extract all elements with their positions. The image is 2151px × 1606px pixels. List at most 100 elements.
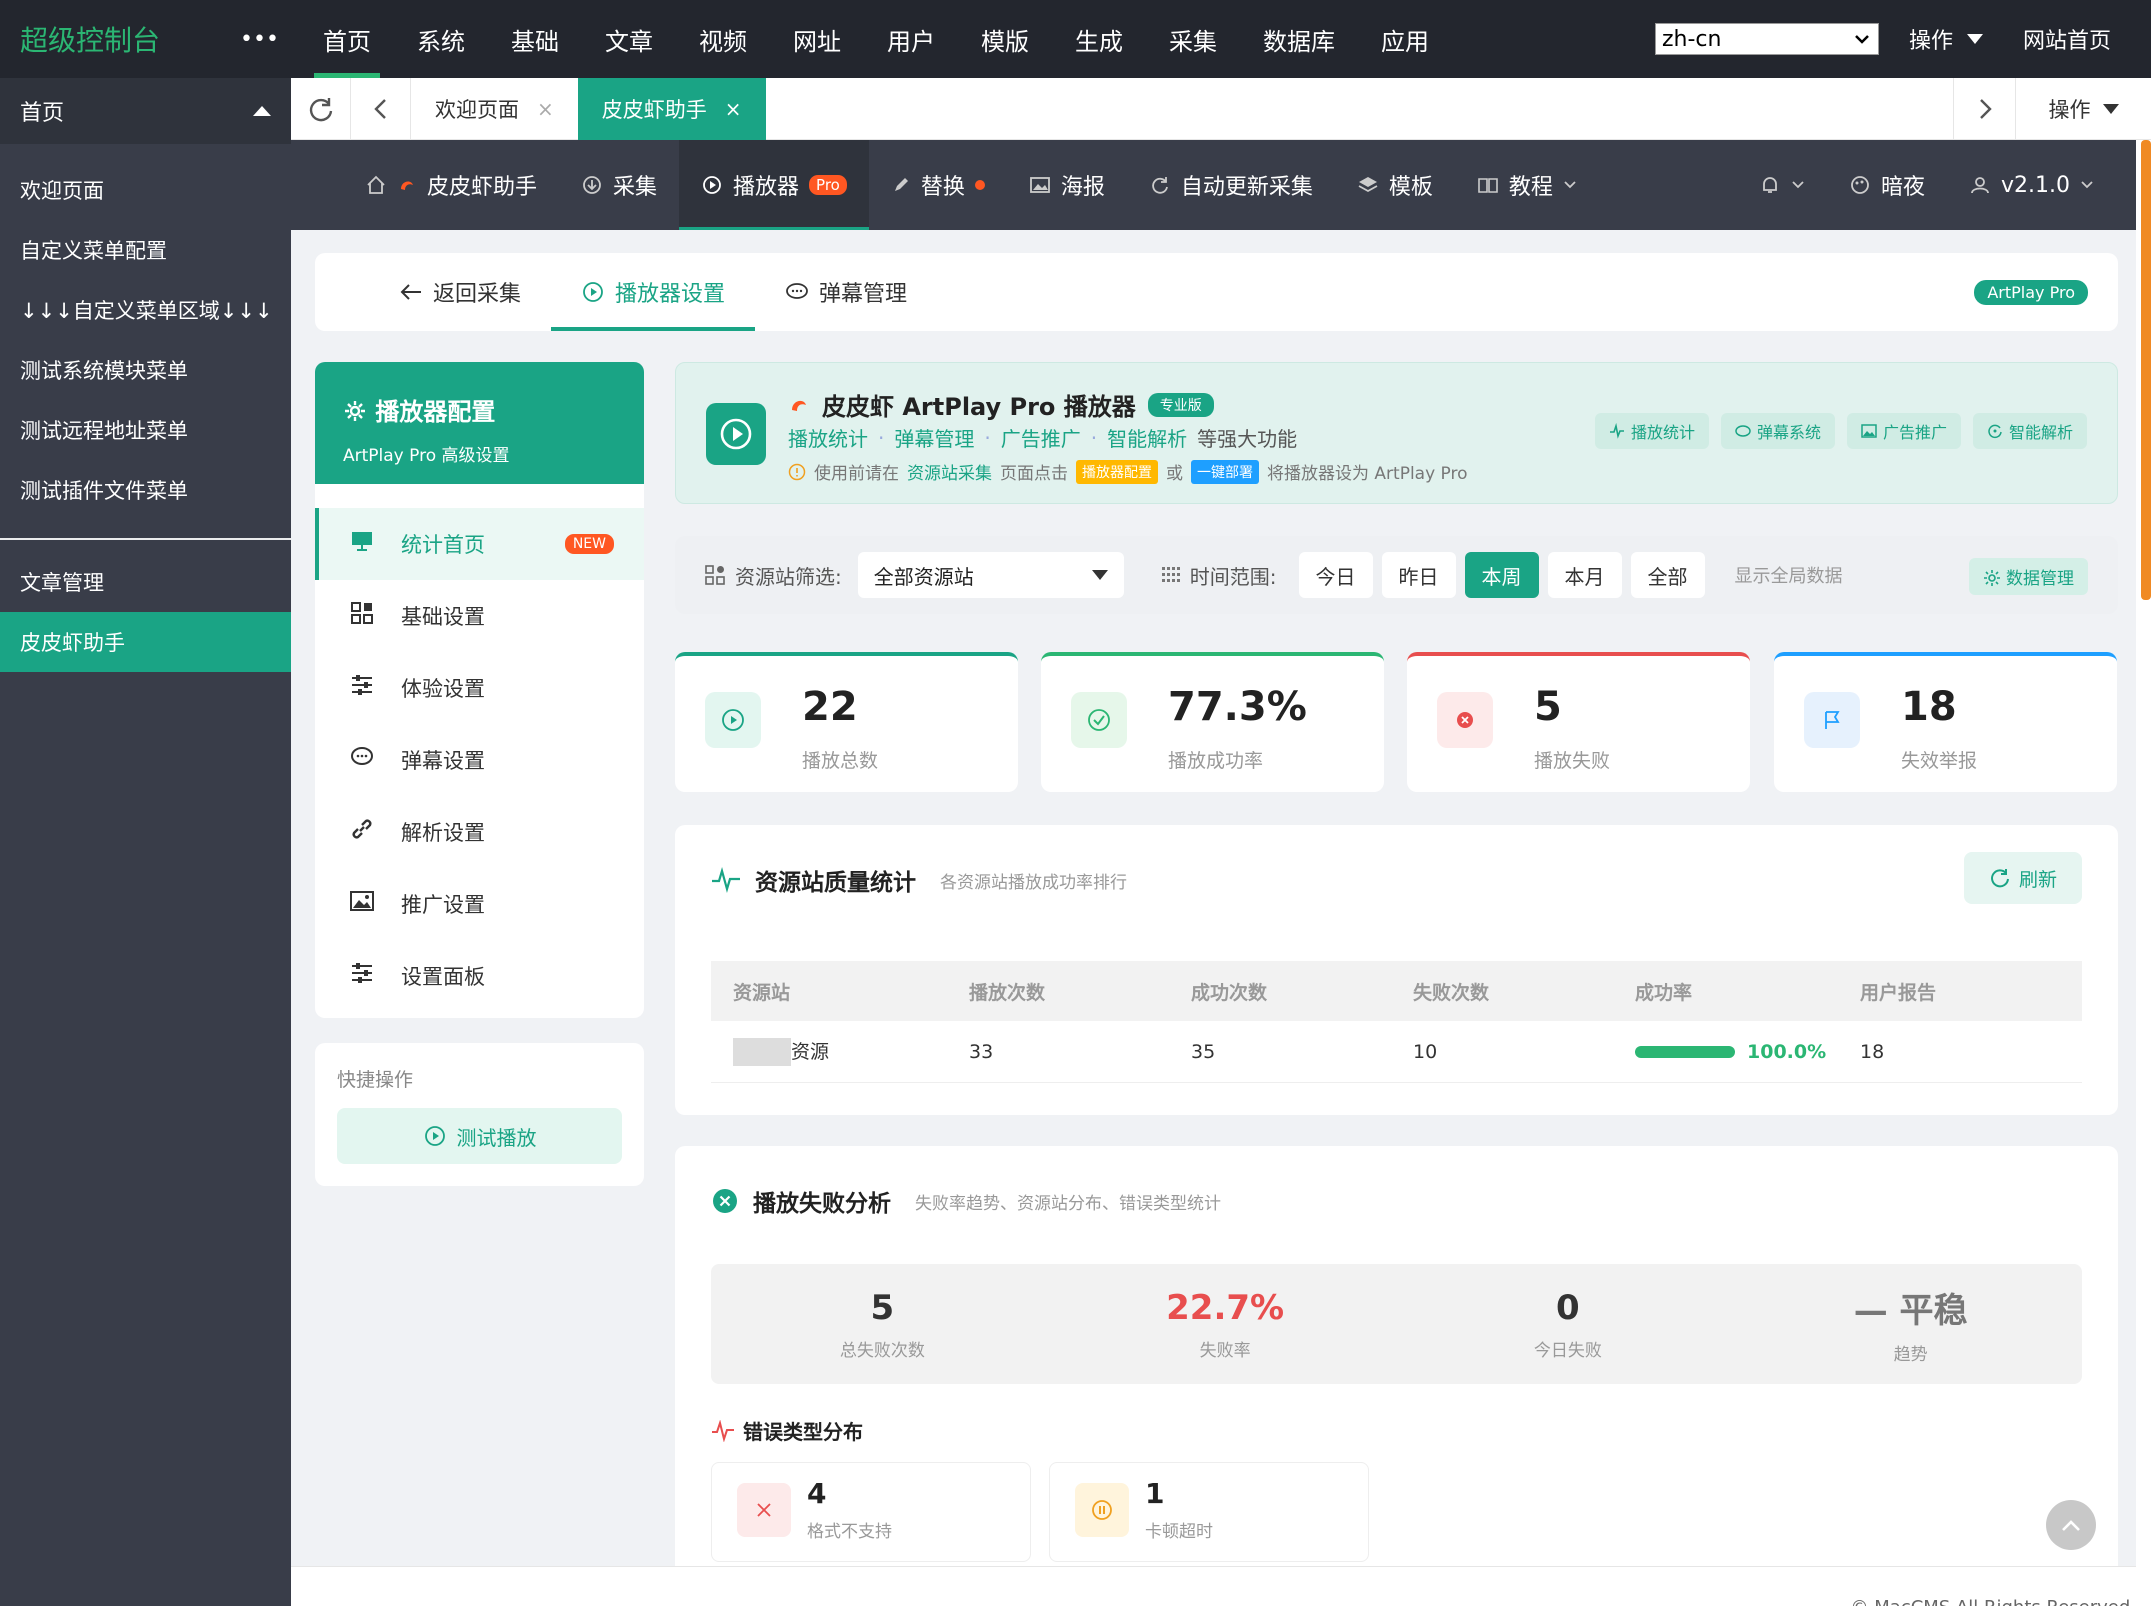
note-mid: 页面点击 (1000, 464, 1068, 484)
tab-pipixia[interactable]: 皮皮虾助手 × (577, 77, 766, 140)
topnav-database[interactable]: 数据库 (1240, 0, 1358, 78)
tab-welcome[interactable]: 欢迎页面 × (411, 78, 578, 140)
footer-copyright: © MacCMS All Rights Reserved. (1851, 1597, 2136, 1606)
topnav-article[interactable]: 文章 (582, 0, 676, 78)
close-icon[interactable]: × (725, 97, 742, 121)
smart-parse-button[interactable]: 智能解析 (1972, 413, 2087, 449)
sidebar-item-pipixia[interactable]: 皮皮虾助手 (0, 612, 291, 672)
sidebar-section-home[interactable]: 首页 (0, 78, 291, 144)
version-menu[interactable]: v2.1.0 (1947, 140, 2116, 230)
tab-player-settings[interactable]: 播放器设置 (551, 253, 756, 331)
column-header[interactable]: 失败次数 (1413, 978, 1635, 1005)
table-header: 资源站 播放次数 成功次数 失败次数 成功率 用户报告 (711, 961, 2082, 1021)
topnav-generate[interactable]: 生成 (1052, 0, 1146, 78)
back-to-collect[interactable]: 返回采集 (369, 253, 551, 331)
column-header[interactable]: 播放次数 (969, 978, 1191, 1005)
topnav-video[interactable]: 视频 (676, 0, 770, 78)
close-icon[interactable]: × (537, 97, 554, 121)
error-label: 卡顿超时 (1145, 1522, 1213, 1542)
ops-menu[interactable]: 操作 (1909, 23, 1983, 55)
footer: © MacCMS All Rights Reserved. (291, 1566, 2136, 1606)
range-this-month[interactable]: 本月 (1547, 552, 1622, 598)
nav-pipixia[interactable]: 皮皮虾助手 (343, 140, 559, 230)
feature-play-stats[interactable]: 播放统计 (788, 423, 868, 452)
test-play-button[interactable]: 测试播放 (337, 1108, 622, 1164)
sidebar-item-test-plugin[interactable]: 测试插件文件菜单 (0, 460, 291, 520)
refresh-icon[interactable] (291, 77, 351, 140)
tab-danmaku-manage[interactable]: 弹幕管理 (755, 253, 937, 331)
summary-failure-rate: 22.7% 失败率 (1054, 1264, 1397, 1384)
nav-auto-update[interactable]: 自动更新采集 (1127, 140, 1335, 230)
back-to-top-button[interactable] (2046, 1500, 2096, 1550)
language-select[interactable]: zh-cn (1654, 23, 1879, 55)
topnav-system[interactable]: 系统 (394, 0, 488, 78)
data-manage-button[interactable]: 数据管理 (1968, 558, 2088, 595)
ads-button[interactable]: 广告推广 (1846, 413, 1961, 449)
tab-ops-label: 操作 (2048, 98, 2091, 122)
nav-poster[interactable]: 海报 (1007, 140, 1127, 230)
chevron-left-icon[interactable] (351, 77, 411, 140)
info-icon (788, 463, 806, 480)
topnav-basic[interactable]: 基础 (488, 0, 582, 78)
range-today[interactable]: 今日 (1298, 552, 1373, 598)
sidebar-item-welcome[interactable]: 欢迎页面 (0, 160, 291, 220)
column-header[interactable]: 成功率 (1635, 978, 1860, 1005)
nav-tutorial[interactable]: 教程 (1455, 140, 1599, 230)
image-icon (347, 889, 377, 919)
danmaku-system-button[interactable]: 弹幕系统 (1720, 413, 1835, 449)
sidebar-item-test-remote[interactable]: 测试远程地址菜单 (0, 400, 291, 460)
success-rate-value: 100.0% (1747, 1040, 1827, 1063)
topnav-collect[interactable]: 采集 (1146, 0, 1240, 78)
config-menu-danmaku[interactable]: 弹幕设置 (315, 724, 644, 796)
column-header[interactable]: 用户报告 (1860, 978, 2060, 1005)
feature-ads[interactable]: 广告推广 (1001, 423, 1081, 452)
app-logo[interactable]: 超级控制台 (0, 19, 240, 59)
config-menu-experience[interactable]: 体验设置 (315, 652, 644, 724)
range-yesterday[interactable]: 昨日 (1381, 552, 1456, 598)
config-menu-basic[interactable]: 基础设置 (315, 580, 644, 652)
feature-parse[interactable]: 智能解析 (1107, 423, 1187, 452)
config-menu-promotion[interactable]: 推广设置 (315, 868, 644, 940)
smart-parse-button-label: 智能解析 (2008, 423, 2073, 442)
config-menu-panel-label: 设置面板 (401, 965, 485, 989)
show-global-data[interactable]: 显示全局数据 (1735, 562, 1843, 588)
refresh-button[interactable]: 刷新 (1964, 852, 2082, 904)
play-stats-button[interactable]: 播放统计 (1594, 413, 1709, 449)
config-menu-stats[interactable]: 统计首页 NEW (315, 508, 644, 580)
feature-danmaku[interactable]: 弹幕管理 (894, 423, 974, 452)
nav-player[interactable]: 播放器 Pro (679, 140, 869, 230)
image-icon (1861, 424, 1877, 438)
sidebar-item-test-system[interactable]: 测试系统模块菜单 (0, 340, 291, 400)
more-menu-icon[interactable]: ••• (240, 27, 300, 52)
nav-replace[interactable]: 替换 (869, 140, 1007, 230)
range-this-week[interactable]: 本周 (1464, 552, 1539, 598)
topnav-user[interactable]: 用户 (864, 0, 958, 78)
tab-ops-menu[interactable]: 操作 (2015, 78, 2151, 140)
source-filter-select[interactable]: 全部资源站 (857, 552, 1124, 598)
column-header[interactable]: 成功次数 (1191, 978, 1413, 1005)
play-stats-button-label: 播放统计 (1630, 423, 1695, 442)
sidebar-item-custom-area[interactable]: ↓↓↓自定义菜单区域↓↓↓ (0, 280, 291, 340)
stat-card-failures: 5 播放失败 (1407, 652, 1750, 792)
chevron-right-icon[interactable] (1953, 78, 2015, 140)
scrollbar[interactable] (2141, 140, 2151, 600)
nav-collect[interactable]: 采集 (559, 140, 679, 230)
topnav-url[interactable]: 网址 (770, 0, 864, 78)
topnav-apps[interactable]: 应用 (1358, 0, 1452, 78)
stat-value: 22 (802, 684, 858, 730)
topnav-home[interactable]: 首页 (300, 0, 394, 78)
site-home-link[interactable]: 网站首页 (2023, 23, 2111, 55)
config-menu-panel[interactable]: 设置面板 (315, 940, 644, 1012)
sidebar-item-articles[interactable]: 文章管理 (0, 552, 291, 612)
note-collect-link[interactable]: 资源站采集 (907, 459, 992, 484)
config-menu-parse[interactable]: 解析设置 (315, 796, 644, 868)
dark-mode-toggle[interactable]: 暗夜 (1827, 140, 1947, 230)
close-circle-icon (713, 1189, 737, 1213)
topnav-template[interactable]: 模版 (958, 0, 1052, 78)
notifications-menu[interactable] (1737, 140, 1827, 230)
palette-icon (1851, 176, 1869, 194)
range-all[interactable]: 全部 (1630, 552, 1705, 598)
column-header[interactable]: 资源站 (711, 978, 969, 1005)
sidebar-item-custom-menu[interactable]: 自定义菜单配置 (0, 220, 291, 280)
nav-template[interactable]: 模板 (1335, 140, 1455, 230)
